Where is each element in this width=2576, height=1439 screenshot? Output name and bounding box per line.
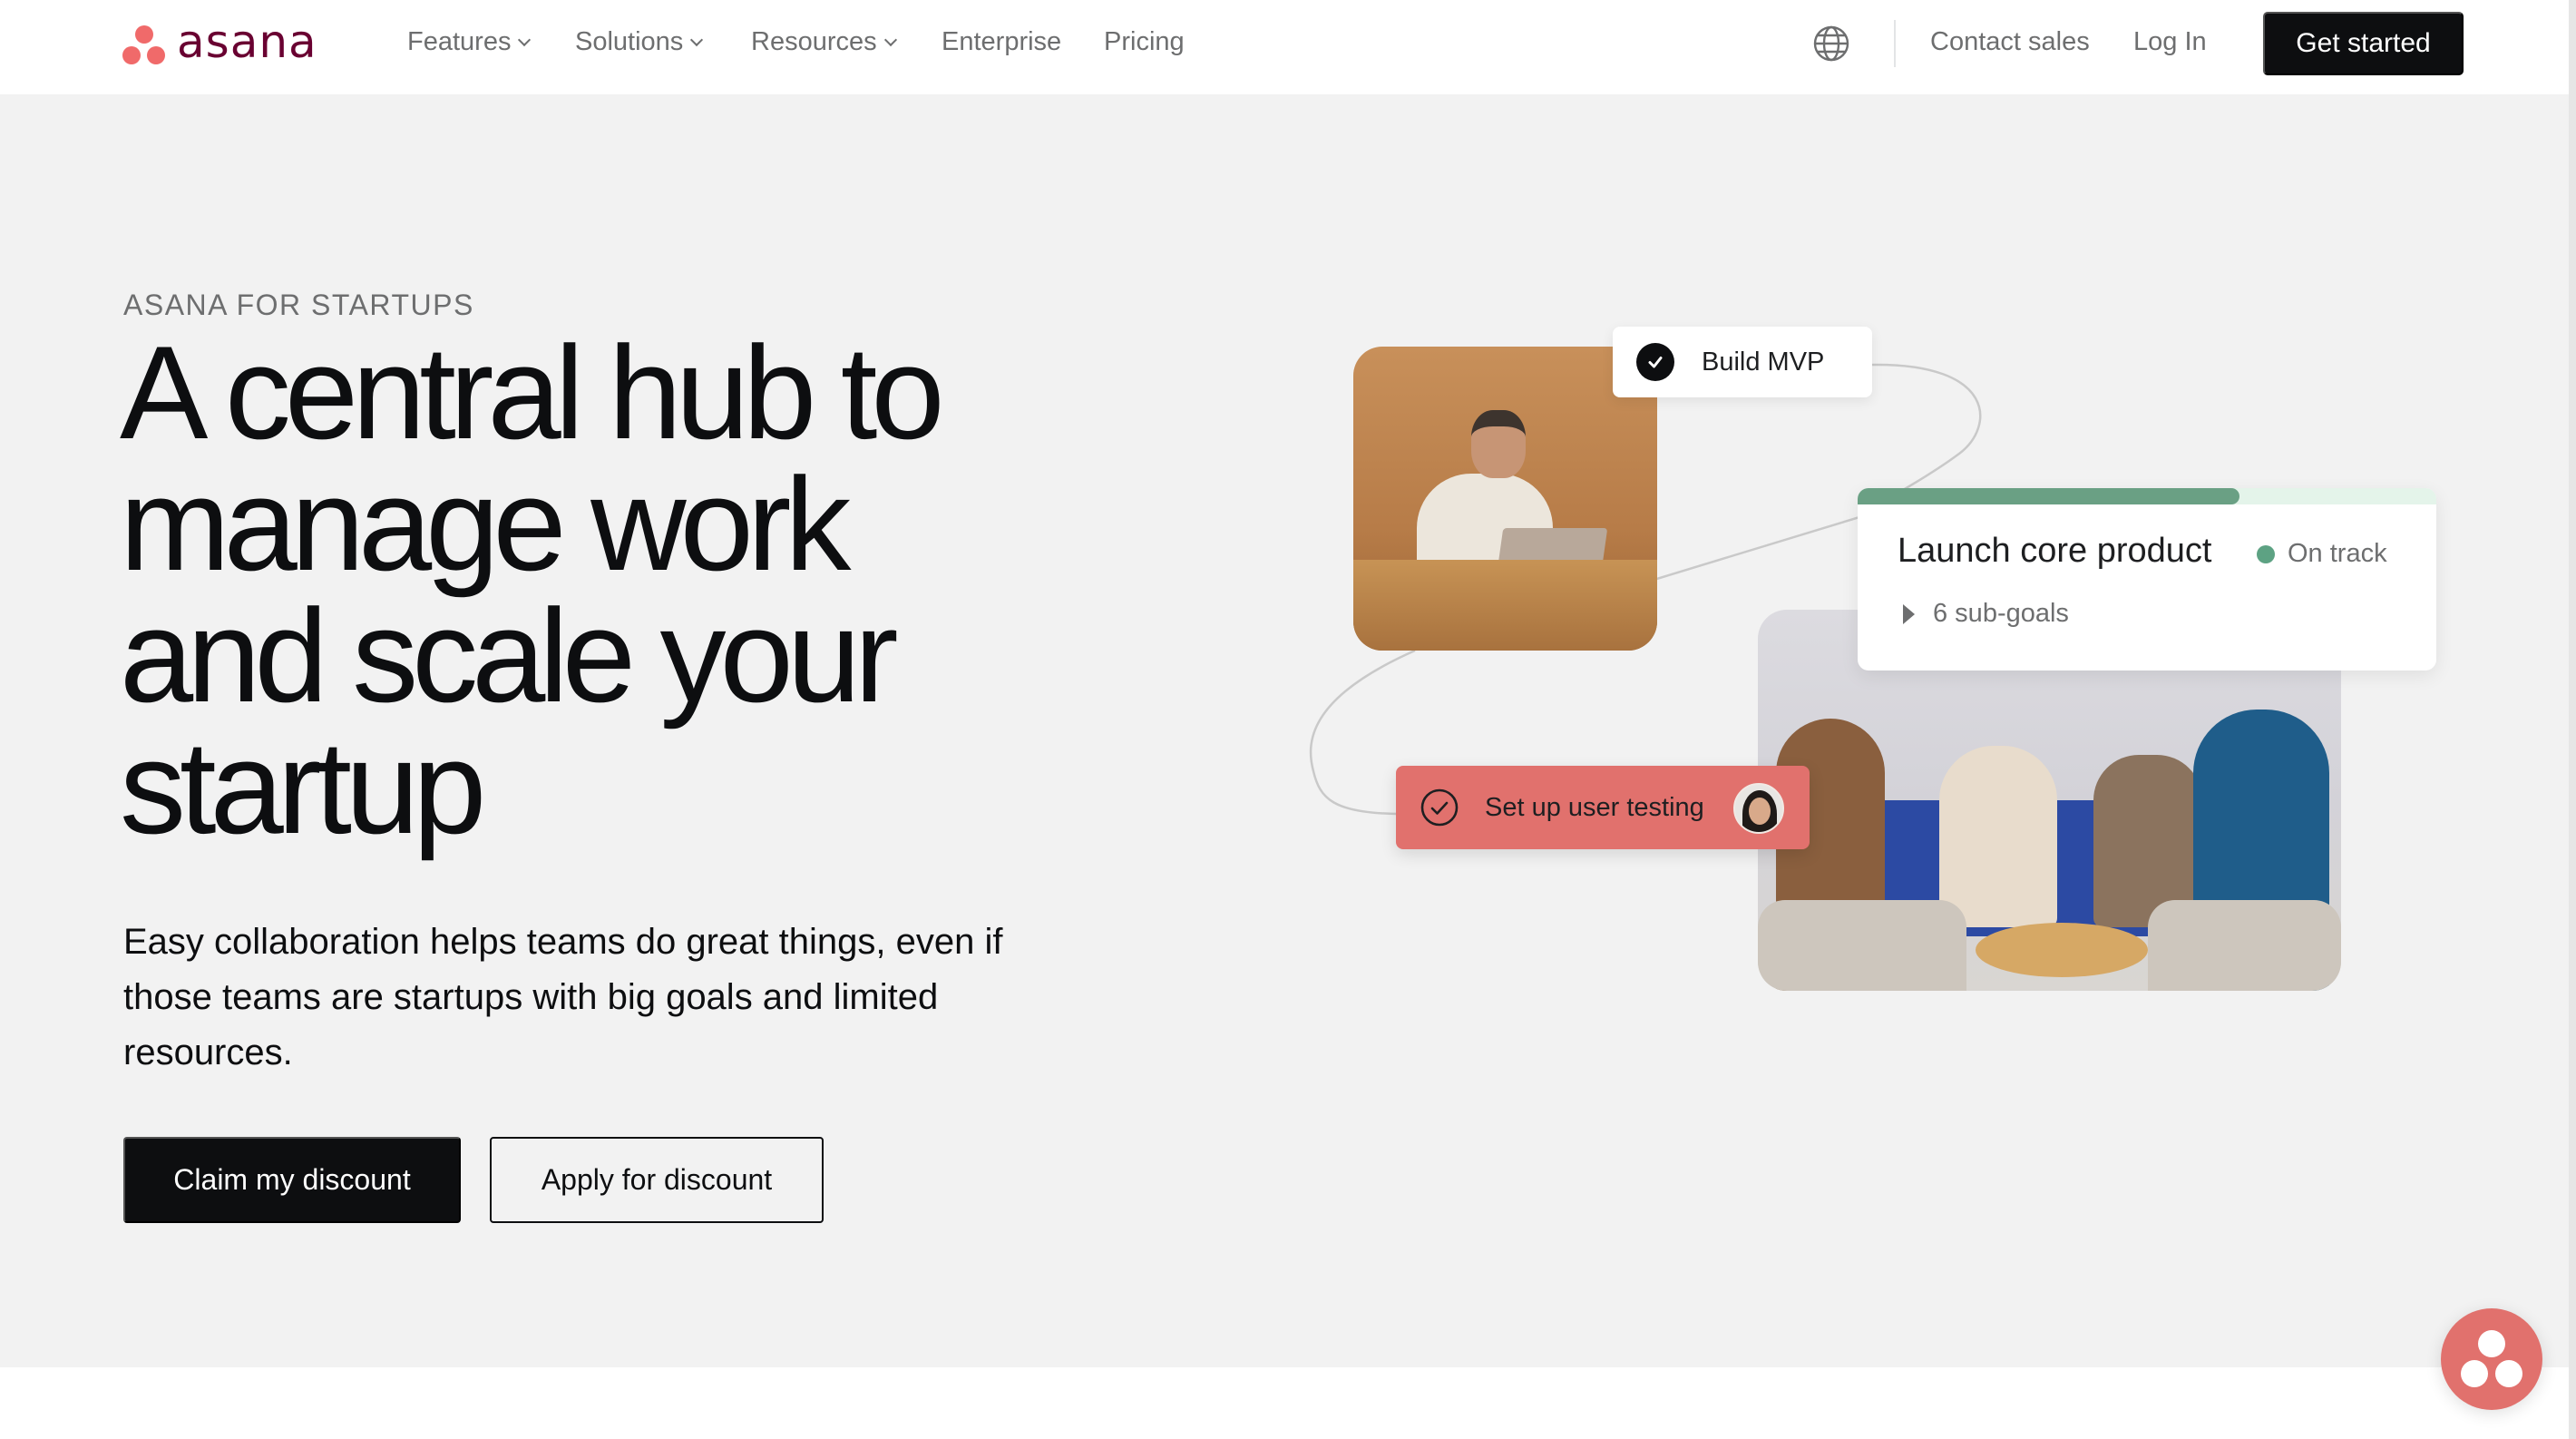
check-circle-filled-icon <box>1636 343 1674 381</box>
claim-discount-button[interactable]: Claim my discount <box>123 1137 461 1223</box>
goal-title: Launch core product <box>1898 532 2212 570</box>
avatar <box>1733 783 1784 834</box>
goal-progress-fill <box>1858 488 2240 504</box>
status-badge: On track <box>2257 539 2387 569</box>
subgoals-toggle[interactable]: 6 sub-goals <box>1903 599 2069 629</box>
log-in-link[interactable]: Log In <box>2133 27 2207 57</box>
goal-card-launch-core-product[interactable]: Launch core product On track 6 sub-goals <box>1858 488 2436 671</box>
asana-logo-icon <box>122 24 166 64</box>
headline-line: manage work <box>120 450 851 598</box>
chevron-down-icon <box>883 33 897 46</box>
task-card-set-up-user-testing[interactable]: Set up user testing <box>1396 766 1810 849</box>
get-started-button[interactable]: Get started <box>2263 12 2464 75</box>
nav-solutions[interactable]: Solutions <box>575 27 704 57</box>
check-circle-outline-icon <box>1420 788 1459 827</box>
apply-discount-button[interactable]: Apply for discount <box>490 1137 824 1223</box>
headline-line: startup <box>120 713 486 861</box>
log-in-label: Log In <box>2133 27 2207 56</box>
task-card-build-mvp[interactable]: Build MVP <box>1613 327 1872 397</box>
person-with-laptop-photo <box>1353 347 1657 651</box>
headline-line: and scale your <box>120 582 899 729</box>
globe-icon[interactable] <box>1812 24 1850 63</box>
chevron-down-icon <box>518 33 532 46</box>
subgoals-label: 6 sub-goals <box>1933 599 2069 628</box>
hero-description: Easy collaboration helps teams do great … <box>123 922 1003 1072</box>
page-title: A central hub to manage work and scale y… <box>120 318 1072 861</box>
page-scrollbar[interactable] <box>2569 0 2576 1439</box>
nav-pricing-label: Pricing <box>1104 27 1185 56</box>
status-dot-icon <box>2257 544 2275 563</box>
task-label: Set up user testing <box>1485 792 1704 822</box>
nav-features-label: Features <box>407 27 512 56</box>
asana-logo-icon <box>2478 1330 2505 1357</box>
nav-enterprise-label: Enterprise <box>942 27 1062 56</box>
nav-resources-label: Resources <box>751 27 877 56</box>
asana-logo[interactable]: asana <box>122 15 317 68</box>
task-label: Build MVP <box>1702 347 1825 377</box>
eyebrow-label: ASANA FOR STARTUPS <box>123 289 474 321</box>
nav-enterprise[interactable]: Enterprise <box>942 27 1061 57</box>
nav-divider <box>1894 20 1896 67</box>
caret-right-icon <box>1903 603 1915 624</box>
contact-sales-label: Contact sales <box>1930 27 2090 56</box>
status-label: On track <box>2288 539 2387 568</box>
logo-wordmark: asana <box>177 15 317 68</box>
contact-sales-link[interactable]: Contact sales <box>1930 27 2090 57</box>
headline-line: A central hub to <box>120 318 945 466</box>
asana-help-button[interactable] <box>2441 1308 2542 1410</box>
nav-solutions-label: Solutions <box>575 27 684 56</box>
top-navigation: asana Features Solutions Resources Enter… <box>0 0 2569 94</box>
chevron-down-icon <box>690 33 704 46</box>
nav-resources[interactable]: Resources <box>751 27 897 57</box>
goal-progress-bar <box>1858 488 2436 504</box>
nav-pricing[interactable]: Pricing <box>1104 27 1185 57</box>
nav-features[interactable]: Features <box>407 27 532 57</box>
